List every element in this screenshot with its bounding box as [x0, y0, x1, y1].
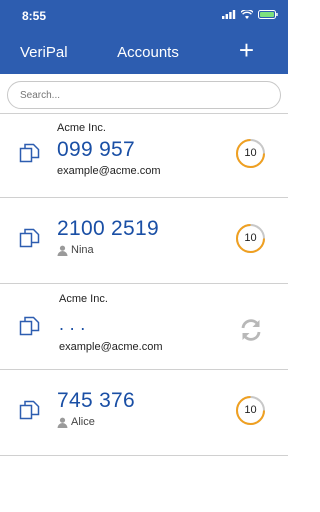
copy-icon[interactable]	[19, 228, 41, 248]
account-email: example@acme.com	[57, 165, 161, 177]
user-icon	[57, 245, 68, 256]
add-account-button[interactable]: +	[239, 37, 254, 63]
account-user: Alice	[57, 416, 95, 428]
search-input[interactable]	[7, 81, 281, 109]
otp-code-pending[interactable]: . . .	[59, 314, 86, 335]
account-row-acme-1[interactable]: Acme Inc. 099 957 example@acme.com 10	[0, 114, 288, 198]
otp-code[interactable]: 745 376	[57, 389, 135, 413]
account-row-acme-2[interactable]: Acme Inc. . . . example@acme.com	[0, 284, 288, 370]
issuer-label: Acme Inc.	[57, 122, 106, 134]
battery-icon	[258, 10, 278, 19]
user-name: Alice	[71, 416, 95, 428]
status-time: 8:55	[22, 9, 47, 23]
otp-code[interactable]: 2100 2519	[57, 217, 159, 241]
search-bar	[0, 74, 288, 114]
copy-icon[interactable]	[19, 143, 41, 163]
user-icon	[57, 417, 68, 428]
timer-seconds: 10	[244, 232, 257, 244]
header-bar: 8:55 VeriPal Accounts +	[0, 0, 288, 74]
copy-icon[interactable]	[19, 400, 41, 420]
account-email: example@acme.com	[59, 341, 163, 353]
wifi-icon	[241, 10, 253, 19]
timer-seconds: 10	[244, 147, 257, 159]
account-user: Nina	[57, 244, 94, 256]
user-name: Nina	[71, 244, 94, 256]
account-row-alice[interactable]: 745 376 Alice 10	[0, 370, 288, 456]
issuer-label: Acme Inc.	[59, 293, 108, 305]
copy-icon[interactable]	[19, 316, 41, 336]
signal-icon	[222, 10, 236, 19]
status-icons	[222, 10, 278, 19]
otp-code[interactable]: 099 957	[57, 138, 135, 162]
account-row-nina[interactable]: 2100 2519 Nina 10	[0, 198, 288, 284]
refresh-icon[interactable]	[238, 317, 264, 343]
timer-seconds: 10	[244, 404, 257, 416]
